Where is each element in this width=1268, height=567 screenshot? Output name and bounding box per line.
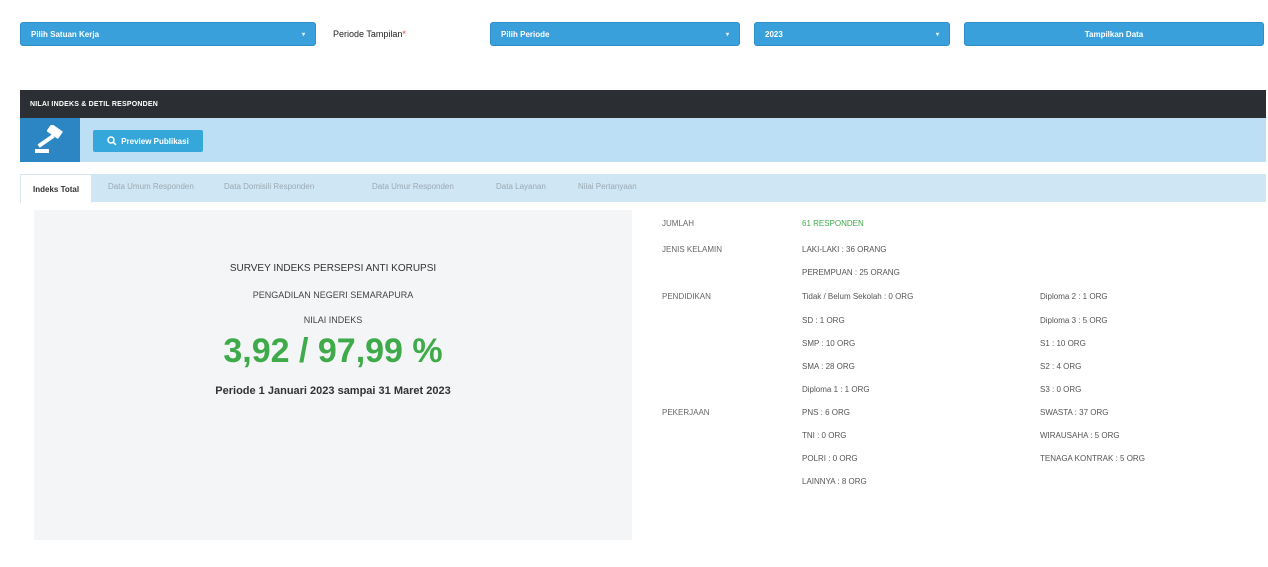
satuan-kerja-select-label: Pilih Satuan Kerja [31, 29, 100, 39]
pendidikan-item: SMP : 10 ORG [802, 339, 856, 348]
jumlah-value: 61 RESPONDEN [802, 219, 864, 228]
pekerjaan-item: PNS : 6 ORG [802, 408, 851, 417]
pendidikan-item: Diploma 1 : 1 ORG [802, 385, 870, 394]
tab-data-layanan[interactable]: Data Layanan [496, 182, 546, 191]
required-mark: * [402, 29, 406, 39]
preview-publikasi-label: Preview Publikasi [121, 136, 189, 146]
panel-toolbar: Preview Publikasi [20, 118, 1266, 162]
chevron-down-icon: ▾ [301, 31, 305, 38]
satuan-kerja-select[interactable]: Pilih Satuan Kerja ▾ [20, 22, 316, 46]
tahun-select-label: 2023 [765, 29, 783, 39]
pekerjaan-item: TENAGA KONTRAK : 5 ORG [1040, 454, 1145, 463]
periode-range: Periode 1 Januari 2023 sampai 31 Maret 2… [215, 385, 451, 397]
search-icon [107, 136, 117, 146]
pendidikan-item: S1 : 10 ORG [1040, 339, 1086, 348]
jumlah-label: JUMLAH [662, 219, 695, 228]
perempuan-value: PEREMPUAN : 25 ORANG [802, 268, 900, 277]
instansi-name: PENGADILAN NEGERI SEMARAPURA [252, 290, 414, 300]
survey-title: SURVEY INDEKS PERSEPSI ANTI KORUPSI [229, 263, 437, 274]
pendidikan-item: SMA : 28 ORG [802, 362, 855, 371]
tab-bar: Indeks Total Data Umum Responden Data Do… [20, 174, 1266, 203]
chevron-down-icon: ▾ [725, 31, 729, 38]
jenis-kelamin-label: JENIS KELAMIN [662, 245, 723, 254]
pendidikan-label: PENDIDIKAN [662, 292, 711, 301]
panel-title: NILAI INDEKS & DETIL RESPONDEN [20, 90, 1266, 118]
pekerjaan-item: TNI : 0 ORG [802, 431, 847, 440]
pekerjaan-item: LAINNYA : 8 ORG [802, 477, 867, 486]
pendidikan-item: S2 : 4 ORG [1040, 362, 1082, 371]
nilai-indeks-label: NILAI INDEKS [303, 315, 363, 325]
tab-indeks-total[interactable]: Indeks Total [20, 174, 93, 203]
tahun-select[interactable]: 2023 ▾ [754, 22, 950, 46]
gavel-icon [20, 118, 80, 162]
filter-bar: Pilih Satuan Kerja ▾ Periode Tampilan* P… [20, 22, 1266, 46]
periode-label: Periode Tampilan* [333, 29, 406, 39]
pekerjaan-item: POLRI : 0 ORG [802, 454, 858, 463]
tab-nilai-pertanyaan[interactable]: Nilai Pertanyaan [578, 182, 637, 191]
tab-data-domisili-responden[interactable]: Data Domisili Responden [224, 182, 314, 191]
periode-select[interactable]: Pilih Periode ▾ [490, 22, 740, 46]
laki-laki-value: LAKI-LAKI : 36 ORANG [802, 245, 887, 254]
pekerjaan-item: WIRAUSAHA : 5 ORG [1040, 431, 1120, 440]
preview-publikasi-button[interactable]: Preview Publikasi [93, 130, 203, 152]
pekerjaan-label: PEKERJAAN [662, 408, 710, 417]
chevron-down-icon: ▾ [935, 31, 939, 38]
indeks-summary: SURVEY INDEKS PERSEPSI ANTI KORUPSI PENG… [34, 210, 632, 540]
pendidikan-item: Diploma 3 : 5 ORG [1040, 316, 1108, 325]
tab-data-umum-responden[interactable]: Data Umum Responden [108, 182, 194, 191]
pendidikan-item: S3 : 0 ORG [1040, 385, 1082, 394]
pendidikan-item: SD : 1 ORG [802, 316, 845, 325]
pendidikan-item: Diploma 2 : 1 ORG [1040, 292, 1108, 301]
tab-data-umur-responden[interactable]: Data Umur Responden [372, 182, 454, 191]
pekerjaan-item: SWASTA : 37 ORG [1040, 408, 1109, 417]
tampilkan-data-button[interactable]: Tampilkan Data [964, 22, 1264, 46]
nilai-indeks-value: 3,92 / 97,99 % [223, 332, 443, 370]
periode-select-label: Pilih Periode [501, 29, 550, 39]
pendidikan-item: Tidak / Belum Sekolah : 0 ORG [802, 292, 914, 301]
